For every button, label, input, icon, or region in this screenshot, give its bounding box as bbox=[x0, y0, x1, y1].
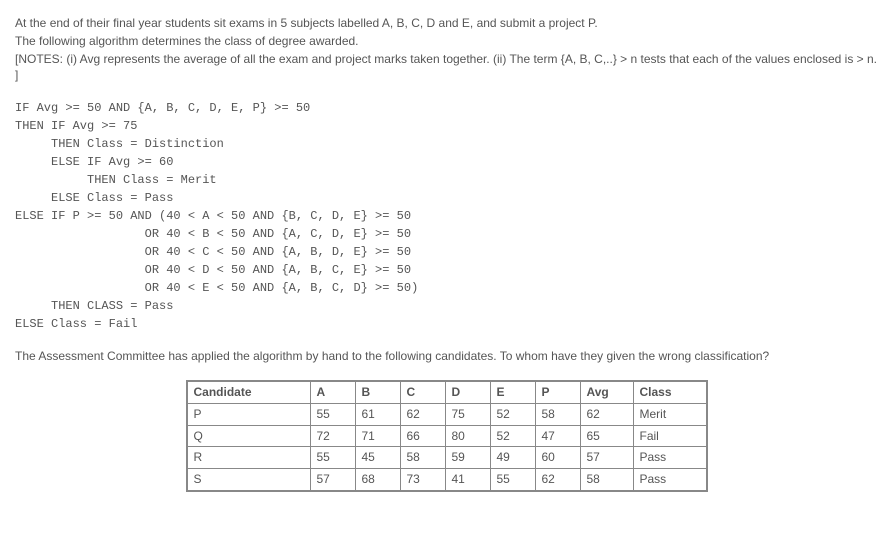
header-candidate: Candidate bbox=[187, 381, 311, 403]
cell-avg: 62 bbox=[580, 403, 633, 425]
cell-e: 52 bbox=[490, 403, 535, 425]
cell-c: 66 bbox=[400, 425, 445, 447]
code-line: OR 40 < D < 50 AND {A, B, C, E} >= 50 bbox=[15, 263, 411, 277]
header-class: Class bbox=[633, 381, 707, 403]
question-text: The Assessment Committee has applied the… bbox=[15, 348, 878, 365]
cell-a: 55 bbox=[310, 403, 355, 425]
header-d: D bbox=[445, 381, 490, 403]
code-line: OR 40 < E < 50 AND {A, B, C, D} >= 50) bbox=[15, 281, 418, 295]
header-p: P bbox=[535, 381, 580, 403]
cell-avg: 58 bbox=[580, 469, 633, 491]
code-line: THEN CLASS = Pass bbox=[15, 299, 173, 313]
cell-a: 72 bbox=[310, 425, 355, 447]
header-a: A bbox=[310, 381, 355, 403]
cell-d: 41 bbox=[445, 469, 490, 491]
intro-text: At the end of their final year students … bbox=[15, 15, 878, 84]
code-line: ELSE Class = Pass bbox=[15, 191, 173, 205]
cell-c: 58 bbox=[400, 447, 445, 469]
cell-d: 75 bbox=[445, 403, 490, 425]
table-header-row: Candidate A B C D E P Avg Class bbox=[187, 381, 707, 403]
cell-candidate: S bbox=[187, 469, 311, 491]
header-c: C bbox=[400, 381, 445, 403]
intro-line-1: At the end of their final year students … bbox=[15, 15, 878, 32]
cell-candidate: P bbox=[187, 403, 311, 425]
intro-line-2: The following algorithm determines the c… bbox=[15, 33, 878, 50]
cell-candidate: R bbox=[187, 447, 311, 469]
cell-e: 49 bbox=[490, 447, 535, 469]
cell-d: 80 bbox=[445, 425, 490, 447]
table-row: Q72716680524765Fail bbox=[187, 425, 707, 447]
algorithm-code: IF Avg >= 50 AND {A, B, C, D, E, P} >= 5… bbox=[15, 99, 878, 333]
cell-candidate: Q bbox=[187, 425, 311, 447]
code-line: THEN Class = Distinction bbox=[15, 137, 224, 151]
cell-b: 45 bbox=[355, 447, 400, 469]
cell-p: 62 bbox=[535, 469, 580, 491]
cell-p: 60 bbox=[535, 447, 580, 469]
table-row: R55455859496057Pass bbox=[187, 447, 707, 469]
table-row: S57687341556258Pass bbox=[187, 469, 707, 491]
cell-b: 68 bbox=[355, 469, 400, 491]
code-line: OR 40 < B < 50 AND {A, C, D, E} >= 50 bbox=[15, 227, 411, 241]
code-line: ELSE IF P >= 50 AND (40 < A < 50 AND {B,… bbox=[15, 209, 411, 223]
code-line: THEN Class = Merit bbox=[15, 173, 217, 187]
code-line: ELSE Class = Fail bbox=[15, 317, 137, 331]
intro-line-3: [NOTES: (i) Avg represents the average o… bbox=[15, 51, 878, 85]
cell-class: Pass bbox=[633, 469, 707, 491]
cell-p: 47 bbox=[535, 425, 580, 447]
cell-b: 61 bbox=[355, 403, 400, 425]
table-row: P55616275525862Merit bbox=[187, 403, 707, 425]
cell-class: Pass bbox=[633, 447, 707, 469]
header-b: B bbox=[355, 381, 400, 403]
cell-d: 59 bbox=[445, 447, 490, 469]
code-line: OR 40 < C < 50 AND {A, B, D, E} >= 50 bbox=[15, 245, 411, 259]
code-line: THEN IF Avg >= 75 bbox=[15, 119, 137, 133]
results-table: Candidate A B C D E P Avg Class P5561627… bbox=[186, 380, 708, 492]
cell-class: Fail bbox=[633, 425, 707, 447]
code-line: IF Avg >= 50 AND {A, B, C, D, E, P} >= 5… bbox=[15, 101, 310, 115]
cell-a: 55 bbox=[310, 447, 355, 469]
header-avg: Avg bbox=[580, 381, 633, 403]
cell-p: 58 bbox=[535, 403, 580, 425]
cell-c: 73 bbox=[400, 469, 445, 491]
cell-c: 62 bbox=[400, 403, 445, 425]
cell-avg: 57 bbox=[580, 447, 633, 469]
header-e: E bbox=[490, 381, 535, 403]
code-line: ELSE IF Avg >= 60 bbox=[15, 155, 173, 169]
cell-class: Merit bbox=[633, 403, 707, 425]
cell-e: 52 bbox=[490, 425, 535, 447]
cell-e: 55 bbox=[490, 469, 535, 491]
cell-avg: 65 bbox=[580, 425, 633, 447]
cell-b: 71 bbox=[355, 425, 400, 447]
cell-a: 57 bbox=[310, 469, 355, 491]
